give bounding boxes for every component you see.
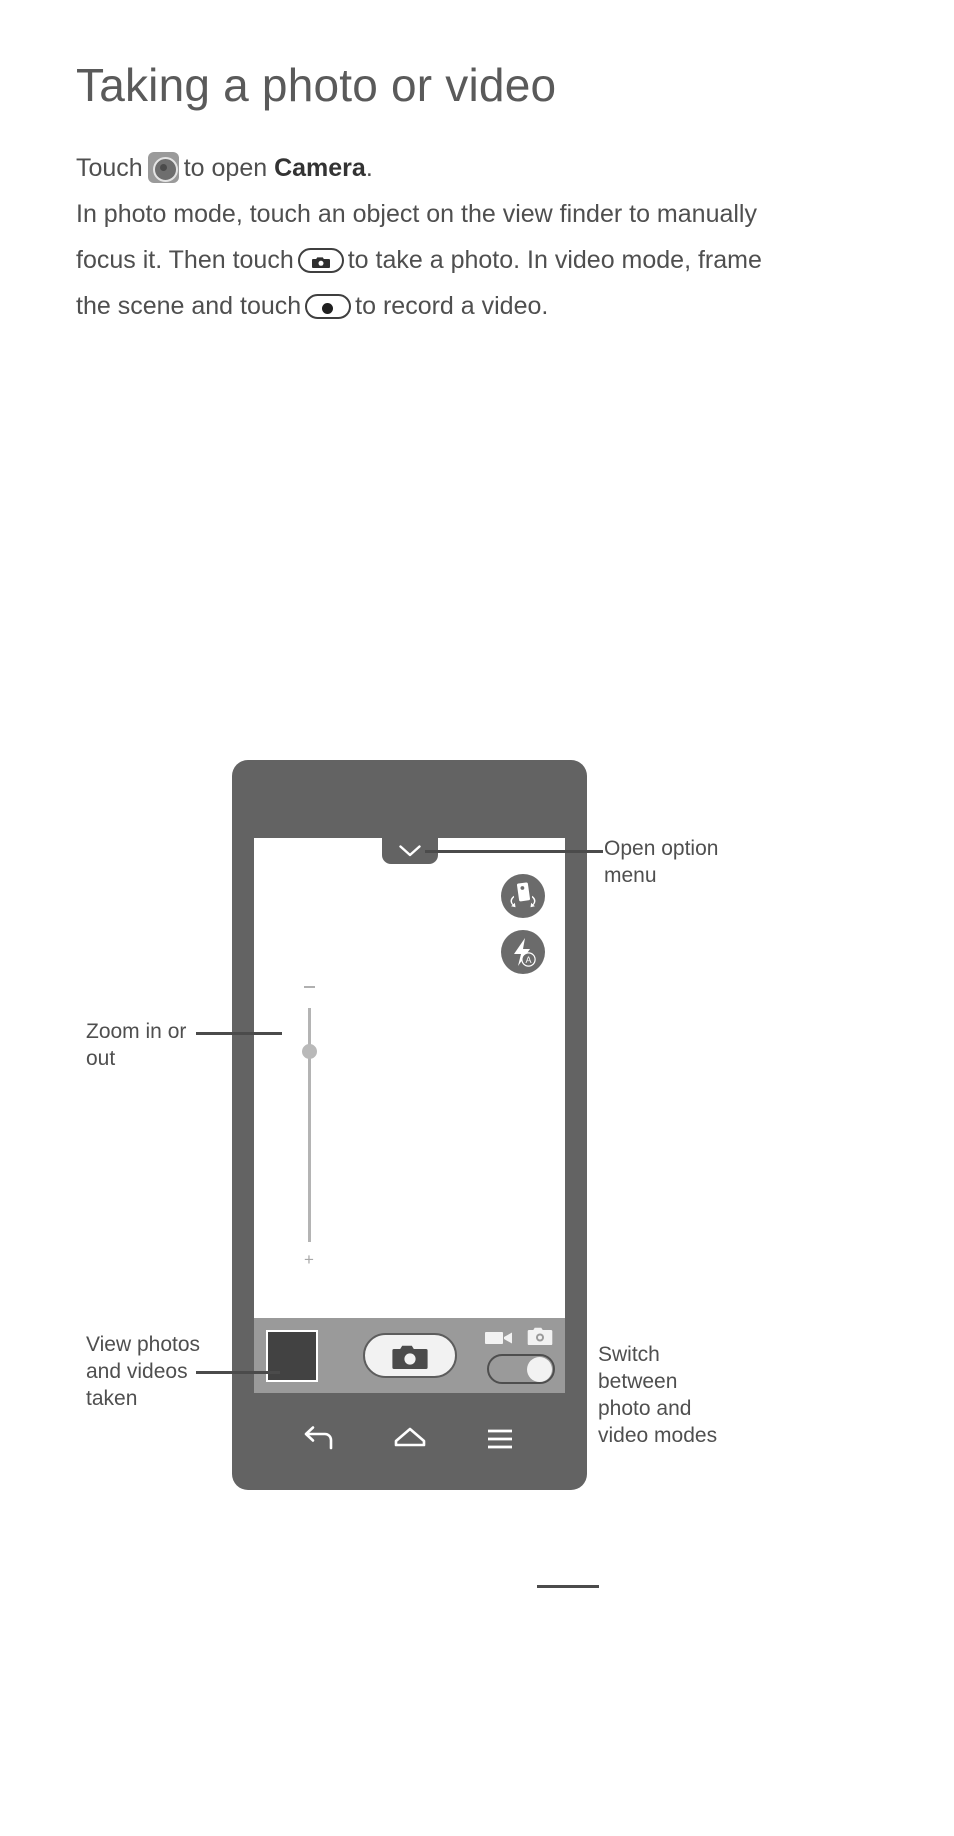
page-root: Taking a photo or video Touch to open Cam… (0, 0, 954, 1836)
camera-glyph (391, 1345, 428, 1369)
gallery-thumbnail[interactable] (266, 1330, 318, 1382)
page-title: Taking a photo or video (76, 59, 557, 111)
mode-icons (485, 1326, 555, 1348)
camera-toolbar (254, 1318, 565, 1393)
body-line1-mid: to open (183, 154, 268, 182)
flash-auto-glyph: A (514, 938, 536, 967)
camera-glyph (311, 257, 330, 268)
toggle-knob[interactable] (527, 1357, 552, 1382)
phone-screen: A + (254, 838, 565, 1393)
photo-camera-icon[interactable] (527, 1326, 553, 1347)
flash-auto-icon[interactable]: A (501, 930, 545, 974)
video-camera-icon[interactable] (485, 1330, 513, 1346)
callout-zoom: Zoom in or out (86, 1020, 187, 1070)
callout-view-photos: View photos and videos taken (86, 1333, 201, 1410)
flash-auto-badge: A (525, 955, 531, 965)
camera-bold-label: Camera (274, 154, 366, 182)
body-line1-pre: Touch (76, 154, 143, 182)
home-icon[interactable] (393, 1424, 427, 1454)
shutter-button[interactable] (362, 1333, 457, 1378)
shutter-button-icon (297, 248, 344, 273)
body-line1-end: . (365, 154, 373, 182)
body-line4: to record a video. (355, 292, 549, 320)
zoom-out-label (304, 986, 315, 988)
switch-camera-glyph (510, 882, 536, 908)
zoom-in-label: + (304, 1250, 314, 1269)
callout-open-option-menu: Open option menu (604, 837, 719, 887)
menu-icon[interactable] (483, 1424, 517, 1454)
android-navbar (254, 1410, 565, 1468)
back-icon[interactable] (302, 1424, 336, 1454)
chevron-down-icon (398, 845, 421, 857)
record-button-icon (305, 294, 352, 319)
switch-camera-icon[interactable] (501, 874, 545, 918)
record-dot (322, 303, 334, 314)
leader-line-open-option-menu (425, 850, 603, 853)
zoom-slider[interactable]: + (300, 986, 318, 1268)
body-text: Touch to open Camera. In photo mode, touc… (76, 145, 776, 329)
photo-video-mode-toggle[interactable] (487, 1354, 555, 1384)
leader-line-switch-modes (537, 1585, 599, 1588)
zoom-slider-handle[interactable] (302, 1044, 317, 1059)
callout-switch-modes: Switch between photo and video modes (598, 1343, 718, 1447)
phone-illustration: A + (232, 760, 587, 1490)
camera-app-icon (147, 152, 179, 183)
